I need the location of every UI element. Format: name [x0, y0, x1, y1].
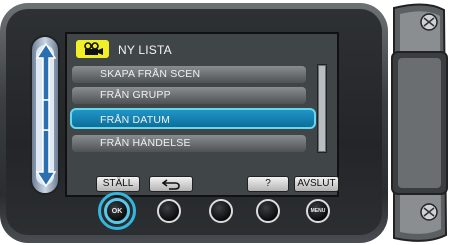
menu-item-fran-grupp[interactable]: FRÅN GRUPP [72, 87, 306, 104]
menu-button[interactable]: MENU [306, 199, 330, 223]
scrollbar-thumb[interactable] [319, 66, 325, 151]
menu-label: MENU [310, 208, 326, 214]
hardware-button-2[interactable] [157, 199, 181, 223]
menu-item-skapa-fran-scen[interactable]: SKAPA FRÅN SCEN [72, 66, 306, 83]
stall-button[interactable]: STÄLL [96, 176, 140, 192]
slider-arrows [35, 42, 57, 188]
hardware-button-4[interactable] [256, 199, 280, 223]
hinge [391, 3, 448, 242]
help-button[interactable]: ? [247, 176, 289, 192]
camera-device: NY LISTA SKAPA FRÅN SCEN FRÅN GRUPP FRÅN… [0, 0, 451, 245]
ok-button[interactable]: OK [104, 198, 130, 224]
menu-item-fran-handelse[interactable]: FRÅN HÄNDELSE [72, 135, 306, 152]
avslut-button[interactable]: AVSLUT [294, 176, 339, 192]
up-arrow-icon [35, 42, 57, 101]
hardware-button-3[interactable] [209, 199, 233, 223]
title-badge [76, 40, 109, 58]
back-button[interactable] [149, 176, 193, 192]
menu-title: NY LISTA [118, 43, 172, 57]
ok-label: OK [111, 207, 123, 215]
menu-item-fran-datum[interactable]: FRÅN DATUM [70, 108, 316, 129]
down-arrow-icon [35, 129, 57, 188]
back-arrow-icon [161, 179, 180, 190]
video-camera-icon [84, 42, 103, 55]
